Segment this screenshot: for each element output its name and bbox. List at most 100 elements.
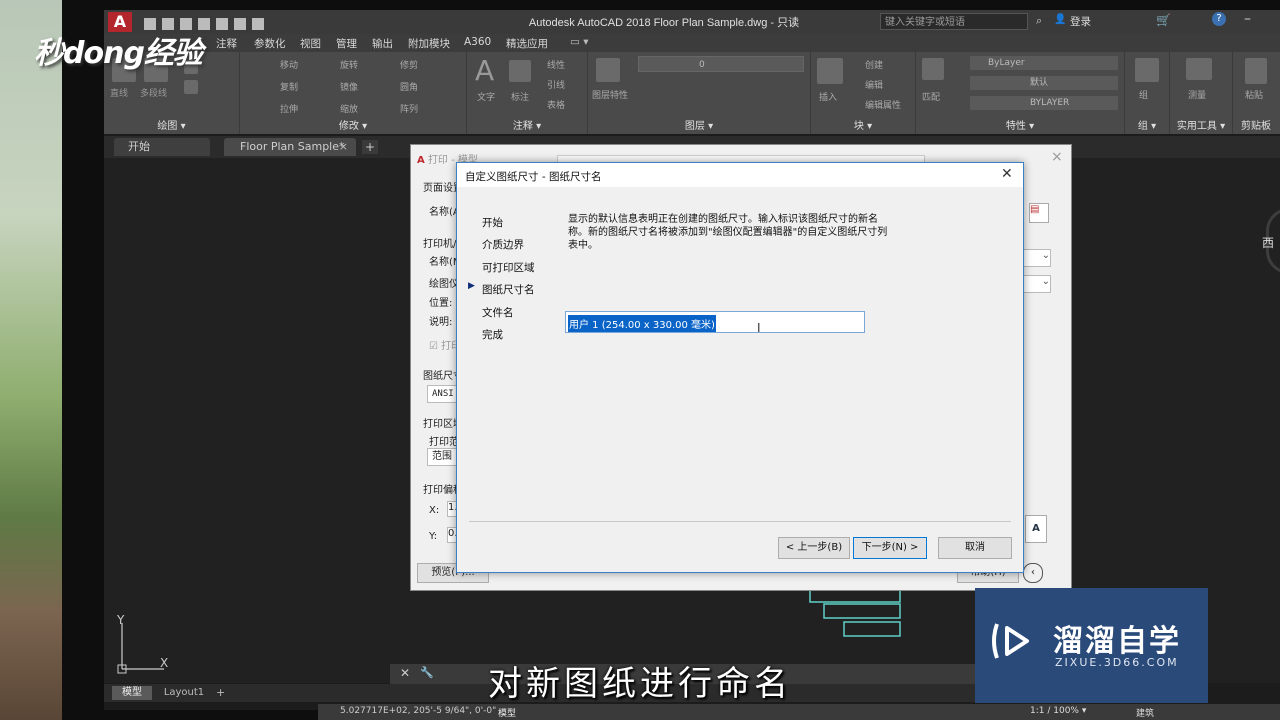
move-label[interactable]: 移动	[280, 58, 298, 71]
help-icon[interactable]: ?	[1212, 12, 1226, 26]
text-cursor-icon: Ι	[757, 321, 761, 335]
menu-item[interactable]: 输出	[372, 36, 393, 51]
array-label[interactable]: 阵列	[400, 102, 418, 115]
cart-icon[interactable]: 🛒	[1156, 13, 1171, 27]
measure-icon[interactable]	[1186, 58, 1212, 80]
dimension-label[interactable]: 标注	[511, 90, 529, 103]
group-icon[interactable]	[1135, 58, 1159, 82]
match-label[interactable]: 匹配	[922, 90, 940, 103]
menu-item[interactable]: 附加模块	[408, 36, 450, 51]
undo-icon[interactable]	[234, 18, 246, 30]
tab-model[interactable]: 模型	[112, 686, 152, 700]
mirror-label[interactable]: 镜像	[340, 80, 358, 93]
menu-item[interactable]: 参数化	[254, 36, 286, 51]
ribbon-panel-annotation: A 文字 标注 线性 引线 表格 注释 ▾	[467, 52, 588, 134]
layer-properties-icon[interactable]	[596, 58, 620, 82]
workspace-switch[interactable]: 建筑	[1136, 706, 1154, 719]
paper-size-name-input[interactable]: 用户 1 (254.00 x 330.00 毫米)	[565, 311, 865, 333]
panel-label-group[interactable]: 组 ▾	[1125, 117, 1169, 132]
match-properties-icon[interactable]	[922, 58, 944, 80]
menu-item[interactable]: 管理	[336, 36, 357, 51]
user-icon[interactable]: 👤	[1054, 14, 1066, 25]
close-icon[interactable]: ×	[339, 138, 348, 156]
menu-item[interactable]: A360	[464, 36, 491, 48]
linear-label[interactable]: 线性	[547, 58, 565, 71]
expand-icon[interactable]: ‹	[1023, 563, 1043, 583]
print-icon[interactable]	[216, 18, 228, 30]
leader-label[interactable]: 引线	[547, 78, 565, 91]
fillet-label[interactable]: 圆角	[400, 80, 418, 93]
group-label[interactable]: 组	[1139, 88, 1148, 101]
tab-layout1[interactable]: Layout1	[156, 686, 212, 700]
text-icon[interactable]: A	[475, 54, 494, 87]
wizard-title: 自定义图纸尺寸 - 图纸尺寸名	[465, 171, 602, 183]
copy-label[interactable]: 复制	[280, 80, 298, 93]
text-label[interactable]: 文字	[477, 90, 495, 103]
layer-dropdown[interactable]: 0	[638, 56, 804, 72]
next-button[interactable]: 下一步(N) >	[853, 537, 927, 559]
plot-label: X:	[429, 505, 440, 516]
measure-label[interactable]: 测量	[1188, 88, 1206, 101]
panel-label-utilities[interactable]: 实用工具 ▾	[1170, 117, 1232, 132]
menu-bar: 注释 参数化 视图 管理 输出 附加模块 A360 精选应用 ▭ ▾	[104, 34, 1280, 52]
ucs-x-label: X	[160, 656, 169, 670]
panel-label-block[interactable]: 块 ▾	[811, 117, 915, 132]
close-icon[interactable]: ✕	[1001, 166, 1013, 182]
redo-icon[interactable]	[252, 18, 264, 30]
binoculars-icon[interactable]: ⌕	[1036, 14, 1048, 27]
close-icon[interactable]: ✕	[400, 666, 410, 680]
create-label[interactable]: 创建	[865, 58, 883, 71]
quick-access-toolbar[interactable]	[144, 15, 344, 30]
dimension-icon[interactable]	[509, 60, 531, 82]
back-button[interactable]: < 上一步(B)	[778, 537, 850, 559]
edit-label[interactable]: 编辑	[865, 78, 883, 91]
menu-item[interactable]: 视图	[300, 36, 321, 51]
menu-item[interactable]: 注释	[216, 36, 237, 51]
panel-label-draw[interactable]: 绘图 ▾	[104, 117, 239, 132]
plotter-dropdown[interactable]: ⌄	[1023, 275, 1051, 293]
polyline-label: 多段线	[140, 89, 168, 99]
paste-icon[interactable]	[1245, 58, 1267, 84]
menu-item[interactable]: 精选应用	[506, 36, 548, 51]
panel-label-clipboard[interactable]: 剪贴板	[1233, 117, 1280, 132]
insert-icon[interactable]	[817, 58, 843, 84]
arc-icon[interactable]	[184, 80, 198, 94]
rotate-label[interactable]: 旋转	[340, 58, 358, 71]
edit-attributes-label[interactable]: 编辑属性	[865, 98, 901, 111]
table-label[interactable]: 表格	[547, 98, 565, 111]
search-input[interactable]: 键入关键字或短语	[880, 13, 1028, 30]
close-icon[interactable]: ×	[1051, 149, 1063, 165]
scale-label[interactable]: 缩放	[340, 102, 358, 115]
panel-label-modify[interactable]: 修改 ▾	[240, 117, 466, 132]
properties-icon[interactable]: ▤	[1029, 203, 1049, 223]
color-dropdown[interactable]: ByLayer	[970, 56, 1118, 70]
panel-label-annotation[interactable]: 注释 ▾	[467, 117, 587, 132]
ribbon-toggle-icon[interactable]: ▭ ▾	[570, 36, 589, 48]
annotation-scale[interactable]: 1:1 / 100% ▾	[1030, 706, 1086, 716]
tab-start[interactable]: 开始	[114, 138, 210, 156]
paper-size-name-value: 用户 1 (254.00 x 330.00 毫米)	[568, 315, 716, 332]
trim-label[interactable]: 修剪	[400, 58, 418, 71]
cancel-button[interactable]: 取消	[938, 537, 1012, 559]
panel-label-properties[interactable]: 特性 ▾	[916, 117, 1124, 132]
insert-label[interactable]: 插入	[819, 90, 837, 103]
video-subtitle: 对新图纸进行命名	[488, 664, 792, 704]
lineweight-dropdown[interactable]: BYLAYER	[970, 96, 1118, 110]
tab-floor-plan[interactable]: Floor Plan Sample* ×	[224, 138, 356, 156]
login-link[interactable]: 登录	[1070, 14, 1091, 29]
window-title: Autodesk AutoCAD 2018 Floor Plan Sample.…	[528, 17, 800, 29]
wrench-icon[interactable]: 🔧	[420, 666, 434, 679]
compass-west: 西	[1262, 236, 1275, 250]
panel-label-layers[interactable]: 图层 ▾	[588, 117, 810, 132]
model-space-toggle[interactable]: 模型	[498, 706, 516, 719]
site-logo: 秒dong经验	[34, 36, 203, 71]
coordinates-readout: 5.027717E+02, 205'-5 9/64", 0'-0"	[340, 706, 497, 716]
layer-properties-label[interactable]: 图层特性	[592, 88, 632, 101]
printer-dropdown[interactable]: ⌄	[1023, 249, 1051, 267]
add-layout-button[interactable]: +	[216, 686, 225, 699]
stretch-label[interactable]: 拉伸	[280, 102, 298, 115]
new-tab-button[interactable]: +	[362, 140, 378, 154]
paste-label[interactable]: 粘贴	[1245, 88, 1263, 101]
linetype-dropdown[interactable]: 默认	[970, 76, 1118, 90]
minimize-icon[interactable]: –	[1244, 11, 1251, 27]
